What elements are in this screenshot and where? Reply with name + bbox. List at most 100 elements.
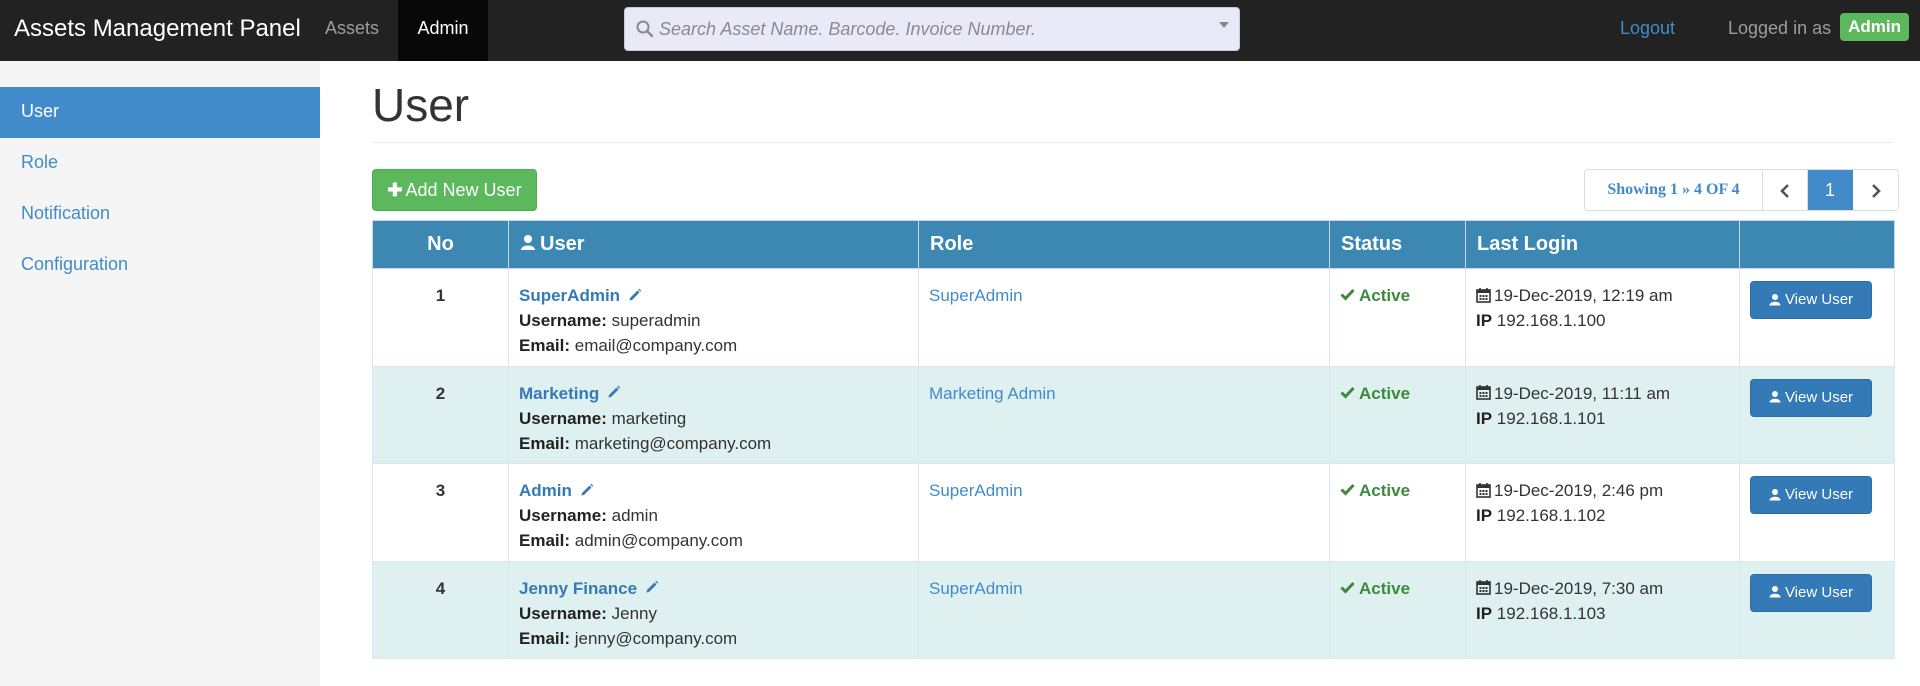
table-header-row: No User Role Status Last Login: [372, 220, 1895, 269]
role-link[interactable]: SuperAdmin: [929, 481, 1023, 500]
pencil-icon[interactable]: [580, 483, 594, 497]
user-name-link[interactable]: Jenny Finance: [519, 579, 637, 598]
actions-cell: View User: [1739, 560, 1895, 659]
role-cell: SuperAdmin: [918, 268, 1330, 367]
sidebar-item-notification[interactable]: Notification: [0, 189, 320, 240]
column-header-no: No: [372, 220, 509, 269]
search-input[interactable]: [657, 8, 1197, 50]
user-icon: [1769, 488, 1781, 501]
view-user-label: View User: [1784, 583, 1854, 601]
add-new-user-label: Add New User: [405, 180, 522, 200]
search-box[interactable]: [624, 7, 1240, 51]
role-link[interactable]: Marketing Admin: [929, 384, 1056, 403]
ip-value: 192.168.1.100: [1496, 311, 1606, 330]
username-label: Username:: [519, 408, 607, 428]
user-cell: Marketing Username: marketing Email: mar…: [508, 365, 919, 464]
ip-value: 192.168.1.101: [1496, 408, 1606, 428]
nav-assets[interactable]: Assets: [306, 0, 398, 61]
plus-icon: ✚: [387, 180, 403, 200]
pencil-icon[interactable]: [645, 580, 659, 594]
table-row: 2 Marketing Username: marketing Email: m…: [372, 365, 1895, 464]
add-new-user-button[interactable]: ✚ Add New User: [372, 169, 537, 211]
row-number: 1: [372, 268, 509, 367]
actions-cell: View User: [1739, 365, 1895, 464]
status-badge: Active: [1340, 481, 1410, 500]
email-label: Email:: [519, 628, 571, 648]
check-icon: [1340, 483, 1355, 496]
last-login-date: 19-Dec-2019, 2:46 pm: [1494, 481, 1664, 500]
role-cell: Marketing Admin: [918, 365, 1330, 464]
email-value: email@company.com: [574, 336, 738, 355]
role-link[interactable]: SuperAdmin: [929, 579, 1023, 598]
users-table: No User Role Status Last Login 1 SuperAd…: [372, 220, 1895, 659]
last-login-date: 19-Dec-2019, 11:11 am: [1494, 383, 1671, 403]
column-header-actions: [1739, 220, 1895, 269]
column-header-user-label: User: [540, 233, 585, 255]
pencil-icon[interactable]: [607, 385, 621, 399]
role-cell: SuperAdmin: [918, 463, 1330, 562]
ip-label: IP: [1476, 408, 1493, 428]
status-cell: Active: [1329, 560, 1466, 659]
user-cell: Admin Username: admin Email: admin@compa…: [508, 463, 919, 562]
view-user-button[interactable]: View User: [1750, 573, 1872, 612]
last-login-date: 19-Dec-2019, 7:30 am: [1494, 578, 1664, 598]
calendar-icon: [1476, 580, 1491, 595]
actions-cell: View User: [1739, 268, 1895, 367]
next-page-button[interactable]: [1853, 170, 1898, 210]
sidebar-item-role[interactable]: Role: [0, 138, 320, 189]
row-number: 3: [372, 463, 509, 562]
last-login-cell: 19-Dec-2019, 12:19 am IP 192.168.1.100: [1465, 268, 1740, 367]
email-value: admin@company.com: [574, 531, 743, 550]
user-name-link[interactable]: Admin: [519, 481, 572, 500]
logout-link[interactable]: Logout: [1620, 0, 1675, 61]
status-cell: Active: [1329, 463, 1466, 562]
view-user-label: View User: [1784, 291, 1854, 308]
view-user-button[interactable]: View User: [1750, 378, 1872, 417]
table-row: 1 SuperAdmin Username: superadmin Email:…: [372, 268, 1895, 367]
status-badge: Active: [1340, 579, 1410, 598]
check-icon: [1340, 386, 1355, 399]
pencil-icon[interactable]: [628, 288, 642, 302]
status-cell: Active: [1329, 268, 1466, 367]
ip-label: IP: [1476, 506, 1493, 525]
check-icon: [1340, 288, 1355, 301]
column-header-last-login: Last Login: [1465, 220, 1740, 269]
username-label: Username:: [519, 603, 607, 623]
view-user-button[interactable]: View User: [1750, 476, 1872, 514]
last-login-cell: 19-Dec-2019, 7:30 am IP 192.168.1.103: [1465, 560, 1740, 659]
ip-label: IP: [1476, 603, 1493, 623]
row-number: 2: [372, 365, 509, 464]
email-label: Email:: [519, 336, 571, 355]
view-user-button[interactable]: View User: [1750, 281, 1872, 319]
username-label: Username:: [519, 506, 607, 525]
chevron-right-icon: [1871, 184, 1881, 199]
actions-cell: View User: [1739, 463, 1895, 562]
role-link[interactable]: SuperAdmin: [929, 286, 1023, 305]
nav-admin[interactable]: Admin: [398, 0, 488, 61]
chevron-left-icon: [1780, 184, 1789, 199]
title-divider: [372, 142, 1894, 143]
status-text: Active: [1359, 481, 1411, 500]
email-value: jenny@company.com: [574, 628, 738, 648]
page-button-current[interactable]: 1: [1808, 170, 1853, 210]
user-name-link[interactable]: Marketing: [519, 384, 599, 403]
check-icon: [1340, 581, 1355, 594]
ip-label: IP: [1476, 311, 1493, 330]
calendar-icon: [1476, 482, 1491, 498]
calendar-icon: [1476, 287, 1491, 303]
pagination: Showing 1 » 4 OF 4 1: [1584, 169, 1899, 211]
logged-in-status: Logged in as Admin: [1728, 0, 1909, 61]
username-value: Jenny: [611, 603, 657, 623]
user-badge: Admin: [1840, 13, 1909, 42]
chevron-down-icon[interactable]: [1219, 22, 1229, 28]
brand-title[interactable]: Assets Management Panel: [14, 0, 301, 61]
view-user-label: View User: [1784, 388, 1854, 406]
sidebar-item-configuration[interactable]: Configuration: [0, 240, 320, 291]
prev-page-button[interactable]: [1763, 170, 1808, 210]
user-name-link[interactable]: SuperAdmin: [519, 286, 620, 305]
username-label: Username:: [519, 311, 607, 330]
sidebar-item-user[interactable]: User: [0, 87, 320, 138]
view-user-label: View User: [1784, 486, 1854, 503]
row-number: 4: [372, 560, 509, 659]
user-cell: SuperAdmin Username: superadmin Email: e…: [508, 268, 919, 367]
